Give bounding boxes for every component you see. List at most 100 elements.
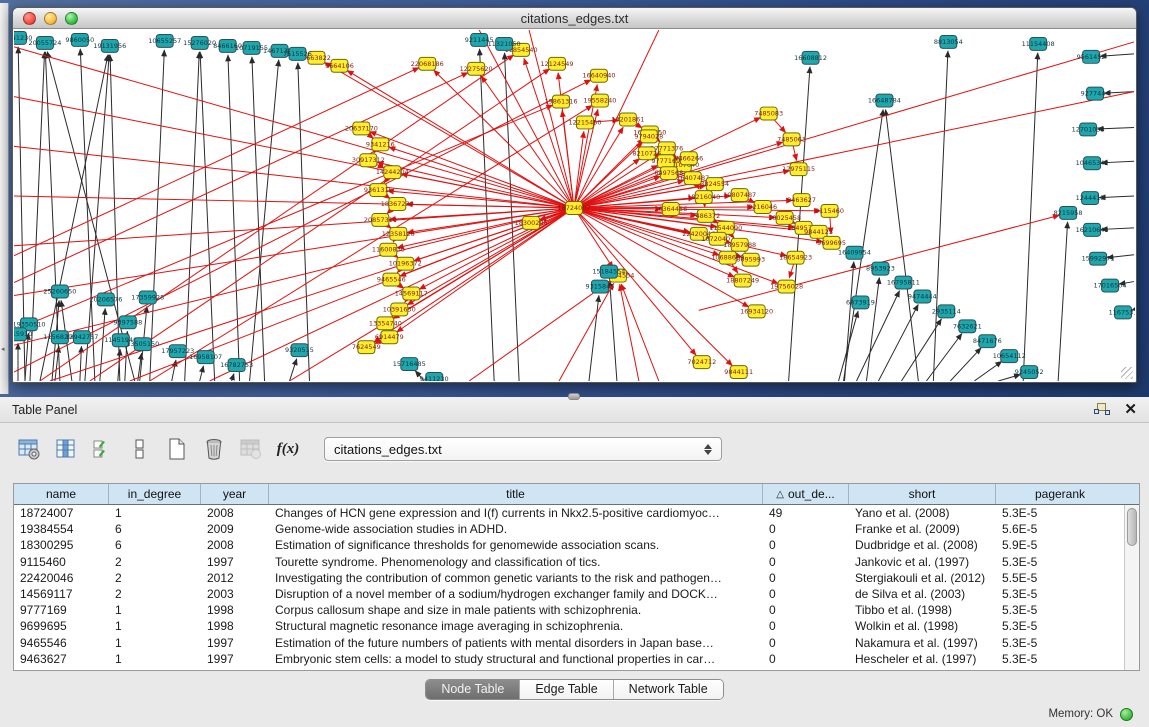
graph-node[interactable]: 14569117 [395, 287, 428, 300]
graph-node[interactable]: 18367230 [381, 198, 414, 211]
column-header-name[interactable]: name [14, 484, 109, 504]
graph-node[interactable]: 9465546 [377, 273, 406, 286]
column-header-in_degree[interactable]: in_degree [109, 484, 201, 504]
graph-edge[interactable] [200, 366, 204, 381]
graph-node[interactable]: 3824554 [700, 178, 729, 191]
graph-node[interactable]: 11154408 [1022, 37, 1055, 50]
graph-edge[interactable] [610, 281, 617, 381]
table-settings-icon[interactable] [16, 436, 42, 462]
graph-node[interactable]: 16640940 [582, 69, 615, 82]
graph-node[interactable]: 18807249 [726, 274, 759, 287]
graph-node[interactable]: 9411230 [420, 373, 449, 381]
table-selector[interactable]: citations_edges.txt [324, 437, 722, 461]
column-header-year[interactable]: year [201, 484, 269, 504]
graph-node[interactable]: 17016504 [1094, 279, 1127, 292]
graph-edge[interactable] [80, 346, 82, 381]
graph-node[interactable]: 3915910 [14, 328, 32, 341]
graph-edge[interactable] [40, 55, 514, 381]
graph-node[interactable]: 15992971 [1082, 252, 1115, 265]
graph-edge[interactable] [1058, 222, 1067, 381]
graph-node[interactable]: 19558240 [583, 94, 616, 107]
table-row[interactable]: 911546021997Tourette syndrome. Phenomeno… [14, 554, 1124, 570]
graph-node[interactable]: 15716485 [393, 358, 426, 371]
graph-node[interactable]: 9664106 [325, 59, 354, 72]
column-header-title[interactable]: title [269, 484, 763, 504]
graph-node[interactable]: 9115460 [815, 205, 844, 218]
graph-node[interactable]: 10654112 [993, 350, 1026, 363]
graph-edge[interactable] [574, 208, 613, 268]
graph-edge[interactable] [589, 295, 599, 381]
graph-node[interactable]: 16608812 [794, 51, 827, 64]
graph-node[interactable]: 7024712 [687, 356, 716, 369]
graph-node[interactable]: 16409954 [838, 246, 871, 259]
network-window-titlebar[interactable]: citations_edges.txt [13, 8, 1136, 29]
graph-node[interactable]: 1244413 [1076, 192, 1105, 205]
graph-edge[interactable] [90, 69, 550, 381]
graph-node[interactable]: 18216040 [687, 191, 720, 204]
close-button[interactable] [23, 12, 36, 25]
graph-node[interactable]: 12358120 [382, 227, 415, 240]
graph-edge[interactable] [574, 131, 584, 208]
graph-node[interactable]: 20857310 [364, 213, 397, 226]
graph-edge[interactable] [950, 348, 981, 381]
graph-edge[interactable] [100, 308, 105, 381]
graph-node[interactable]: 9320515 [285, 344, 314, 357]
graph-edge[interactable] [866, 278, 879, 381]
select-columns-icon[interactable] [90, 436, 116, 462]
table-row[interactable]: 946362711997Embryonic stem cells: a mode… [14, 651, 1124, 667]
graph-edge[interactable] [839, 311, 859, 381]
graph-node[interactable]: 7632621 [953, 320, 982, 333]
graph-node[interactable]: 12975115 [782, 163, 815, 176]
column-header-short[interactable]: short [849, 484, 996, 504]
graph-node[interactable]: 10655257 [148, 34, 181, 47]
graph-node[interactable]: 9699695 [817, 236, 846, 249]
graph-edge[interactable] [621, 284, 659, 381]
tab-node-table[interactable]: Node Table [426, 680, 520, 699]
graph-node[interactable]: 13354740 [369, 317, 402, 330]
row-height-icon[interactable] [127, 436, 153, 462]
control-panel-collapsed-strip[interactable]: ◂ [0, 3, 9, 394]
graph-edge[interactable] [878, 304, 918, 381]
network-canvas[interactable]: 1872400776638229664106220681861185454012… [14, 30, 1135, 381]
graph-edge[interactable] [886, 109, 919, 381]
tab-network-table[interactable]: Network Table [614, 680, 723, 699]
graph-node[interactable]: 11600830 [372, 243, 405, 256]
table-row[interactable]: 1830029562008Estimation of significance … [14, 537, 1124, 553]
graph-node[interactable]: 8471676 [973, 335, 1002, 348]
graph-node[interactable]: 16648784 [868, 94, 901, 107]
graph-node[interactable]: 9397588 [113, 316, 142, 329]
graph-node[interactable]: 9561452 [1077, 50, 1106, 63]
graph-node[interactable]: 18654923 [779, 251, 812, 264]
graph-node[interactable]: 16782753 [220, 359, 253, 372]
graph-node[interactable]: 9474444 [908, 290, 937, 303]
graph-node[interactable]: 10391630 [383, 303, 416, 316]
graph-node[interactable]: 16934120 [740, 305, 773, 318]
column-header-pagerank[interactable]: pagerank [996, 484, 1124, 504]
graph-edge[interactable] [298, 63, 310, 381]
tab-edge-table[interactable]: Edge Table [520, 680, 613, 699]
graph-edge[interactable] [1023, 53, 1038, 381]
graph-node[interactable]: 9277444 [1081, 87, 1110, 100]
table-row[interactable]: 1938455462009Genome-wide association stu… [14, 521, 1124, 537]
table-row[interactable]: 1872400712008Changes of HCN gene express… [14, 505, 1124, 521]
graph-node[interactable]: 10807487 [723, 189, 756, 202]
graph-node[interactable]: 22068186 [411, 57, 444, 70]
column-chooser-icon[interactable] [53, 436, 79, 462]
graph-node[interactable]: 7624549 [352, 341, 381, 354]
zoom-button[interactable] [65, 12, 78, 25]
graph-node[interactable]: 9245052 [1015, 366, 1044, 379]
column-header-out_de[interactable]: △out_de... [763, 484, 849, 504]
graph-node[interactable]: 12701033 [1072, 123, 1105, 136]
graph-node[interactable]: 9860050 [65, 33, 94, 46]
graph-node[interactable]: 19756028 [770, 280, 803, 293]
graph-node[interactable]: 19131956 [93, 39, 126, 52]
graph-node[interactable]: 8216046 [748, 201, 777, 214]
scrollbar-thumb[interactable] [1127, 508, 1137, 546]
graph-edge[interactable] [620, 284, 639, 381]
graph-node[interactable]: 10196372 [389, 257, 422, 270]
graph-node[interactable]: 12215450 [568, 116, 601, 129]
minimize-button[interactable] [44, 12, 57, 25]
window-resize-handle[interactable] [1121, 367, 1133, 379]
graph-edge[interactable] [290, 208, 574, 381]
graph-edge[interactable] [529, 30, 574, 208]
